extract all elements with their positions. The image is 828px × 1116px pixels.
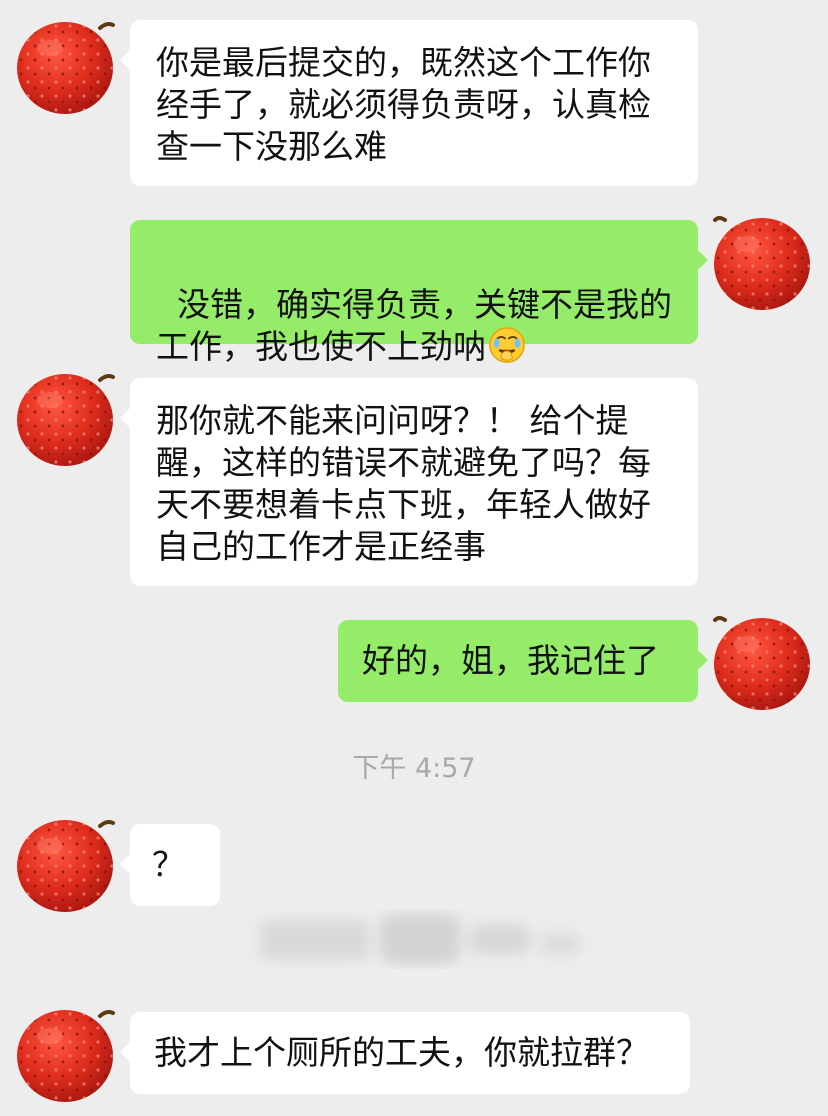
lychee-avatar-icon[interactable] <box>10 360 120 470</box>
lychee-avatar-icon[interactable] <box>707 206 817 316</box>
message-text: 没错，确实得负责，关键不是我的工作，我也使不上劲呐 <box>156 285 672 366</box>
timestamp: 下午 4:57 <box>352 753 476 784</box>
message-bubble-incoming[interactable]: 我才上个厕所的工夫，你就拉群？ <box>120 1012 690 1094</box>
lychee-avatar-icon[interactable] <box>10 996 120 1106</box>
message-bubble-outgoing[interactable]: 好的，姐，我记住了 <box>338 620 708 702</box>
lychee-avatar-icon[interactable] <box>10 8 120 118</box>
facepalm-crying-emoji-icon <box>488 326 526 364</box>
message-bubble-outgoing[interactable]: 没错，确实得负责，关键不是我的工作，我也使不上劲呐 <box>130 220 708 366</box>
message-bubble-incoming[interactable]: 你是最后提交的，既然这个工作你经手了，就必须得负责呀，认真检查一下没那么难 <box>120 20 698 186</box>
blurred-region <box>180 880 640 1000</box>
lychee-avatar-icon[interactable] <box>707 606 817 716</box>
lychee-avatar-icon[interactable] <box>10 806 120 916</box>
message-bubble-incoming[interactable]: 那你就不能来问问呀？！ 给个提醒，这样的错误不就避免了吗？每天不要想着卡点下班，… <box>120 378 698 586</box>
